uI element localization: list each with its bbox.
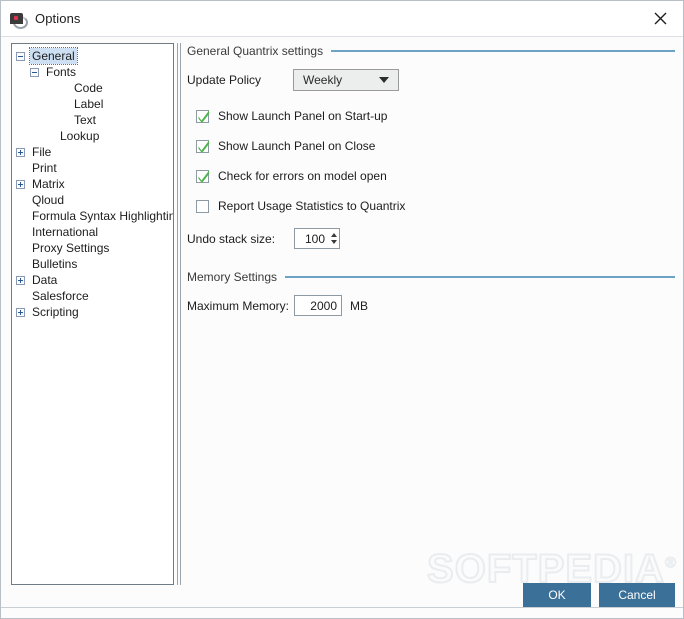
tree-item-general[interactable]: General (12, 47, 173, 65)
memory-group-title: Memory Settings (187, 270, 278, 284)
tree-item-label: Qloud (32, 193, 65, 207)
tree-item-salesforce[interactable]: Salesforce (12, 288, 173, 304)
panel-splitter[interactable] (177, 43, 181, 585)
expand-icon[interactable] (16, 275, 25, 285)
tree-item-scripting[interactable]: Scripting (12, 304, 173, 320)
expand-icon[interactable] (16, 307, 25, 317)
checkbox-label: Show Launch Panel on Close (218, 139, 376, 153)
tree-item-fonts[interactable]: Fonts (12, 64, 173, 80)
checkbox-label: Show Launch Panel on Start-up (218, 109, 388, 123)
close-icon[interactable] (638, 1, 683, 35)
update-policy-row: Update Policy Weekly (187, 69, 675, 91)
undo-stack-label: Undo stack size: (187, 231, 276, 246)
maximum-memory-unit: MB (350, 298, 368, 313)
update-policy-select[interactable]: Weekly (293, 69, 399, 91)
tree-item-label: International (32, 225, 99, 239)
memory-group-header: Memory Settings (187, 269, 675, 285)
tree-item-label: Text (74, 113, 97, 127)
tree-item-label: Bulletins (32, 257, 78, 271)
checkbox-box (196, 199, 209, 213)
tree-items-container: General Fonts Code Label Text Lookup File Print… (12, 44, 173, 320)
tree-item-matrix[interactable]: Matrix (12, 176, 173, 192)
stepper-buttons (328, 229, 339, 248)
tree-item-label: Code (74, 81, 103, 95)
tree-item-text[interactable]: Text (12, 112, 173, 128)
checkbox-box (196, 109, 209, 123)
tree-item-label: Lookup (60, 129, 100, 143)
maximum-memory-input[interactable]: 2000 (294, 295, 342, 316)
tree-item-code[interactable]: Code (12, 80, 173, 96)
tree-item-label: Formula Syntax Highlighting (32, 209, 174, 223)
expand-icon[interactable] (16, 179, 25, 189)
tree-item-print[interactable]: Print (12, 160, 173, 176)
chevron-down-icon (379, 77, 389, 83)
update-policy-label: Update Policy (187, 73, 262, 87)
tree-item-label: Fonts (46, 65, 77, 79)
quantrix-icon (9, 11, 28, 29)
tree-item-label: Data (32, 273, 58, 287)
update-policy-value: Weekly (303, 73, 343, 87)
collapse-icon[interactable] (30, 67, 39, 77)
general-group-title: General Quantrix settings (187, 44, 324, 58)
tree-item-proxy-settings[interactable]: Proxy Settings (12, 240, 173, 256)
group-divider-line (331, 50, 675, 52)
cancel-button[interactable]: Cancel (599, 583, 675, 607)
tree-item-label: Label (74, 97, 104, 111)
checkbox-show-launch-panel-on-startup[interactable]: Show Launch Panel on Start-up (196, 108, 675, 124)
title-bar: Options (1, 1, 683, 37)
tree-item-data[interactable]: Data (12, 272, 173, 288)
stepper-down-icon[interactable] (330, 240, 337, 244)
tree-item-label: Salesforce (32, 289, 89, 303)
window-title: Options (35, 11, 81, 26)
checkbox-show-launch-panel-on-close[interactable]: Show Launch Panel on Close (196, 138, 675, 154)
tree-item-label[interactable]: Label (12, 96, 173, 112)
tree-item-international[interactable]: International (12, 224, 173, 240)
tree-item-label: File (32, 145, 52, 159)
tree-item-label: Scripting (32, 305, 79, 319)
tree-item-label: Proxy Settings (32, 241, 110, 255)
tree-item-qloud[interactable]: Qloud (12, 192, 173, 208)
tree-item-bulletins[interactable]: Bulletins (12, 256, 173, 272)
maximum-memory-label: Maximum Memory: (187, 298, 290, 313)
settings-pane: General Quantrix settings Update Policy … (187, 43, 675, 316)
general-group-header: General Quantrix settings (187, 43, 675, 59)
options-dialog: Options General Fonts Code Label Text Lookup F… (0, 0, 684, 619)
tree-item-label: Matrix (32, 177, 65, 191)
checkbox-label: Report Usage Statistics to Quantrix (218, 199, 406, 213)
undo-stack-value: 100 (304, 231, 325, 246)
checkbox-report-usage-statistics[interactable]: Report Usage Statistics to Quantrix (196, 198, 675, 214)
dialog-content: General Fonts Code Label Text Lookup File Print… (1, 37, 683, 618)
maximum-memory-row: Maximum Memory: 2000 MB (187, 295, 675, 316)
group-divider-line (285, 276, 675, 278)
tree-item-label: Print (32, 161, 57, 175)
tree-item-label: General (29, 47, 78, 65)
undo-stack-row: Undo stack size: 100 (187, 228, 675, 249)
tree-item-file[interactable]: File (12, 144, 173, 160)
footer-divider (1, 607, 683, 608)
watermark-registered-mark: ® (664, 554, 677, 572)
expand-icon[interactable] (16, 147, 25, 157)
stepper-up-icon[interactable] (330, 233, 337, 237)
undo-stack-stepper[interactable]: 100 (294, 228, 340, 249)
ok-button[interactable]: OK (523, 583, 591, 607)
collapse-icon[interactable] (16, 51, 25, 61)
checkbox-box (196, 139, 209, 153)
checkbox-box (196, 169, 209, 183)
settings-category-tree[interactable]: General Fonts Code Label Text Lookup File Print… (11, 43, 174, 585)
tree-item-formula-syntax-highlighting[interactable]: Formula Syntax Highlighting (12, 208, 173, 224)
dialog-footer: SOFTPEDIA® OK Cancel (1, 546, 683, 618)
tree-item-lookup[interactable]: Lookup (12, 128, 173, 144)
checkbox-label: Check for errors on model open (218, 169, 387, 183)
checkbox-check-for-errors-on-model-open[interactable]: Check for errors on model open (196, 168, 675, 184)
